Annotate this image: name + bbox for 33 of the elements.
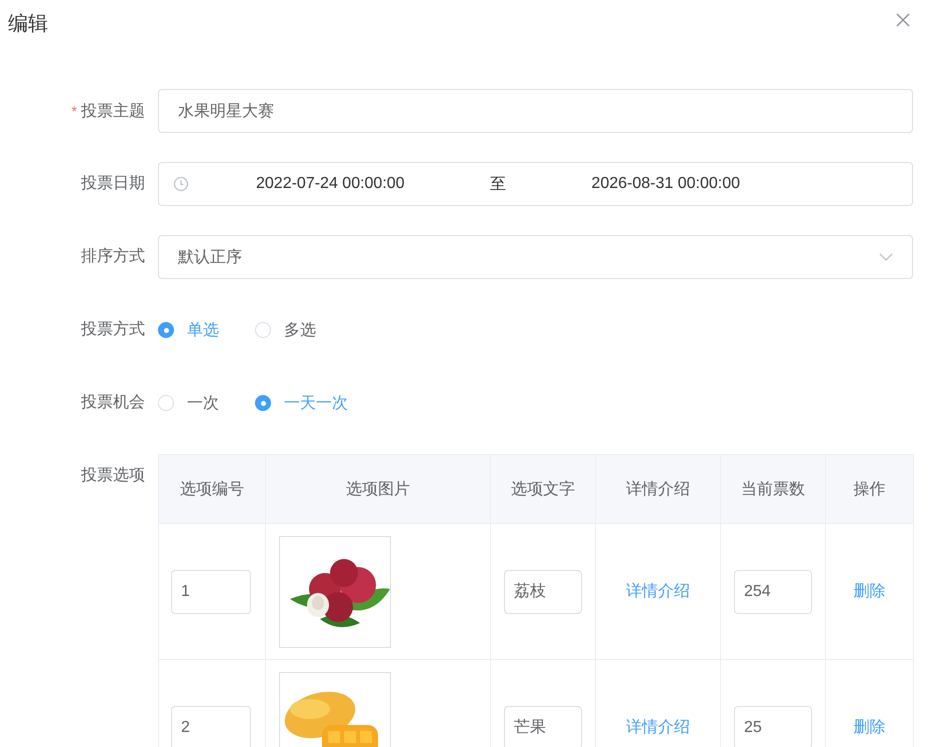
radio-button[interactable] bbox=[255, 395, 271, 411]
column-header: 选项图片 bbox=[266, 454, 490, 524]
option-text-input[interactable]: 荔枝 bbox=[504, 570, 582, 614]
radio-button[interactable] bbox=[158, 322, 174, 338]
field-label: 投票选项 bbox=[81, 467, 145, 484]
column-header: 选项文字 bbox=[490, 454, 596, 524]
required-mark: * bbox=[72, 103, 77, 119]
field-label: 投票方式 bbox=[81, 321, 145, 338]
field-label: 投票主题 bbox=[81, 103, 145, 120]
radio-label[interactable]: 一次 bbox=[187, 392, 219, 414]
vote-count-input[interactable]: 25 bbox=[734, 706, 812, 747]
dialog-title: 编辑 bbox=[8, 12, 48, 37]
column-header: 当前票数 bbox=[720, 454, 826, 524]
clock-icon bbox=[173, 176, 189, 192]
radio-label[interactable]: 多选 bbox=[284, 320, 316, 340]
end-date: 2026-08-31 00:00:00 bbox=[591, 175, 740, 193]
option-number-input[interactable]: 1 bbox=[171, 570, 251, 614]
chevron-down-icon bbox=[879, 253, 893, 261]
column-header: 操作 bbox=[826, 454, 914, 524]
option-text-input[interactable]: 芒果 bbox=[504, 706, 582, 747]
subject-input[interactable]: 水果明星大赛 bbox=[158, 89, 913, 133]
field-label: 投票机会 bbox=[81, 394, 145, 411]
range-separator: 至 bbox=[490, 174, 506, 194]
option-number-input[interactable]: 2 bbox=[171, 706, 251, 747]
date-range-input[interactable]: 2022-07-24 00:00:00 至 2026-08-31 00:00:00 bbox=[158, 162, 913, 206]
column-header: 详情介绍 bbox=[596, 454, 720, 524]
start-date: 2022-07-24 00:00:00 bbox=[256, 175, 405, 193]
close-icon[interactable] bbox=[895, 12, 911, 28]
sort-select[interactable]: 默认正序 bbox=[158, 235, 913, 279]
field-label: 排序方式 bbox=[81, 248, 145, 265]
field-label: 投票日期 bbox=[81, 175, 145, 192]
column-header: 选项编号 bbox=[158, 454, 266, 524]
vote-count-input[interactable]: 254 bbox=[734, 570, 812, 614]
